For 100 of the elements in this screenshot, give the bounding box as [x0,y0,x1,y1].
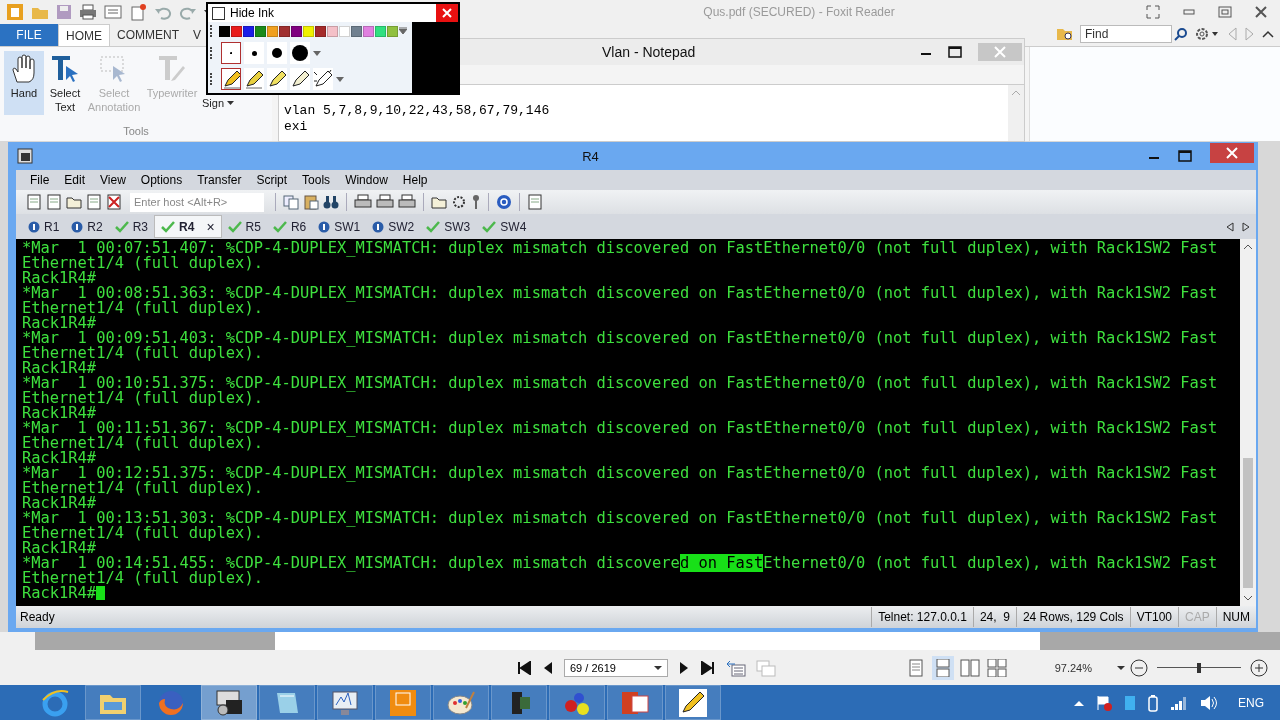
session-tab[interactable]: R2 [65,215,109,238]
dropdown-icon[interactable] [313,49,321,57]
session-tab[interactable]: R6 [266,215,313,238]
color-swatch[interactable] [351,25,362,37]
ribbon-tab[interactable]: HOME [58,24,110,46]
color-swatch[interactable] [291,25,302,37]
host-field[interactable]: Enter host <Alt+R> [130,192,264,212]
pen-size-button[interactable] [267,42,287,64]
zoom-in-icon[interactable] [1250,658,1268,677]
language-indicator[interactable]: ENG [1238,695,1264,710]
folder-icon[interactable] [431,194,447,210]
clipboard-icon[interactable] [303,194,319,210]
maximize-icon[interactable] [1178,150,1192,162]
session-tab[interactable]: R1 [22,215,66,238]
gear-icon[interactable] [1194,26,1220,42]
menu-item[interactable]: View [100,173,126,187]
color-swatch[interactable] [315,25,326,37]
printer-icon[interactable] [398,194,416,210]
zoom-slider[interactable] [1157,660,1241,675]
scrollbar[interactable] [1008,85,1024,141]
session-tab[interactable]: SW4 [476,215,533,238]
session-tab[interactable]: SW1 [312,215,367,238]
color-swatch[interactable] [339,25,350,37]
maximize-icon[interactable] [948,46,962,58]
binoculars-icon[interactable] [323,194,339,210]
next-page-icon[interactable] [678,660,690,675]
previous-view-icon[interactable] [726,658,746,677]
up-arrow-icon[interactable] [1074,698,1084,707]
gear-icon[interactable] [451,194,467,210]
dropdown-icon[interactable] [336,75,344,83]
ribbon-tab[interactable]: COMMENT [110,24,186,46]
pen-tool-button[interactable] [244,68,264,90]
color-swatch[interactable] [255,25,266,37]
ribbon-tab[interactable]: V [186,24,208,46]
page-field[interactable]: 69 / 2619 [564,658,668,677]
new-page-icon[interactable] [129,3,147,21]
pen-size-button[interactable] [221,42,241,64]
folder-search-icon[interactable] [1056,26,1074,42]
session-tab[interactable]: R4 × [154,215,222,238]
taskbar-button[interactable] [491,685,547,720]
session-tab[interactable]: SW3 [420,215,477,238]
page-icon[interactable] [26,194,42,210]
dropdown-icon[interactable] [1117,664,1125,671]
menu-item[interactable]: File [30,173,50,187]
collapse-icon[interactable] [1262,29,1274,39]
page-icon[interactable] [46,194,62,210]
taskbar-button[interactable] [665,685,721,720]
dropdown-icon[interactable] [399,27,407,35]
view-mode-button[interactable] [931,655,954,680]
color-swatch[interactable] [231,25,242,37]
restore-icon[interactable] [1218,6,1232,18]
color-swatch[interactable] [363,25,374,37]
session-tab[interactable]: R5 [221,215,267,238]
menu-item[interactable]: Edit [64,173,86,187]
folder-icon[interactable] [66,194,82,210]
scroll-left-icon[interactable] [1226,221,1234,232]
color-swatch[interactable] [327,25,338,37]
pen-tool-button[interactable] [221,68,241,90]
menu-item[interactable]: Script [256,173,288,187]
close-button[interactable] [1210,143,1254,163]
signal-icon[interactable] [1170,694,1188,711]
zoom-out-icon[interactable] [1130,658,1148,677]
menu-item[interactable]: Tools [302,173,331,187]
color-swatch[interactable] [375,25,386,37]
printer-icon[interactable] [79,4,97,20]
scroll-thumb[interactable] [1243,458,1253,588]
sign-button[interactable]: Sign [202,97,235,109]
first-page-icon[interactable] [516,660,532,675]
printer-icon[interactable] [354,194,372,210]
copy-icon[interactable] [283,194,299,210]
hide-ink-checkbox[interactable]: Hide Ink [208,6,275,20]
color-swatch[interactable] [303,25,314,37]
close-icon[interactable] [1254,5,1268,19]
flag-icon[interactable] [1096,694,1112,711]
find-field[interactable]: Find [1080,25,1172,43]
color-swatch[interactable] [267,25,278,37]
help-icon[interactable] [496,194,512,210]
menu-item[interactable]: Options [140,173,183,187]
color-swatch[interactable] [387,25,398,37]
menu-item[interactable]: Window [345,173,388,187]
color-swatch[interactable] [219,25,230,37]
battery-icon[interactable] [1148,693,1158,712]
ribbon-button[interactable]: Select Text [47,51,83,117]
pen-size-button[interactable] [244,42,264,64]
page-icon[interactable] [527,194,543,210]
menu-item[interactable]: Help [402,173,428,187]
menu-item[interactable]: Transfer [197,173,242,187]
color-swatch[interactable] [243,25,254,37]
page-cross-icon[interactable] [106,194,122,210]
ribbon-button[interactable]: Hand [4,51,44,115]
caret-icon[interactable] [654,664,662,671]
session-tab[interactable]: SW2 [366,215,421,238]
color-swatch[interactable] [279,25,290,37]
scrollbar[interactable] [1240,239,1256,606]
printer-icon[interactable] [376,194,394,210]
close-button[interactable] [436,4,458,22]
page-icon[interactable] [86,194,102,210]
previous-page-icon[interactable] [542,660,554,675]
pen-size-button[interactable] [290,42,310,64]
taskbar-button[interactable] [201,685,257,720]
